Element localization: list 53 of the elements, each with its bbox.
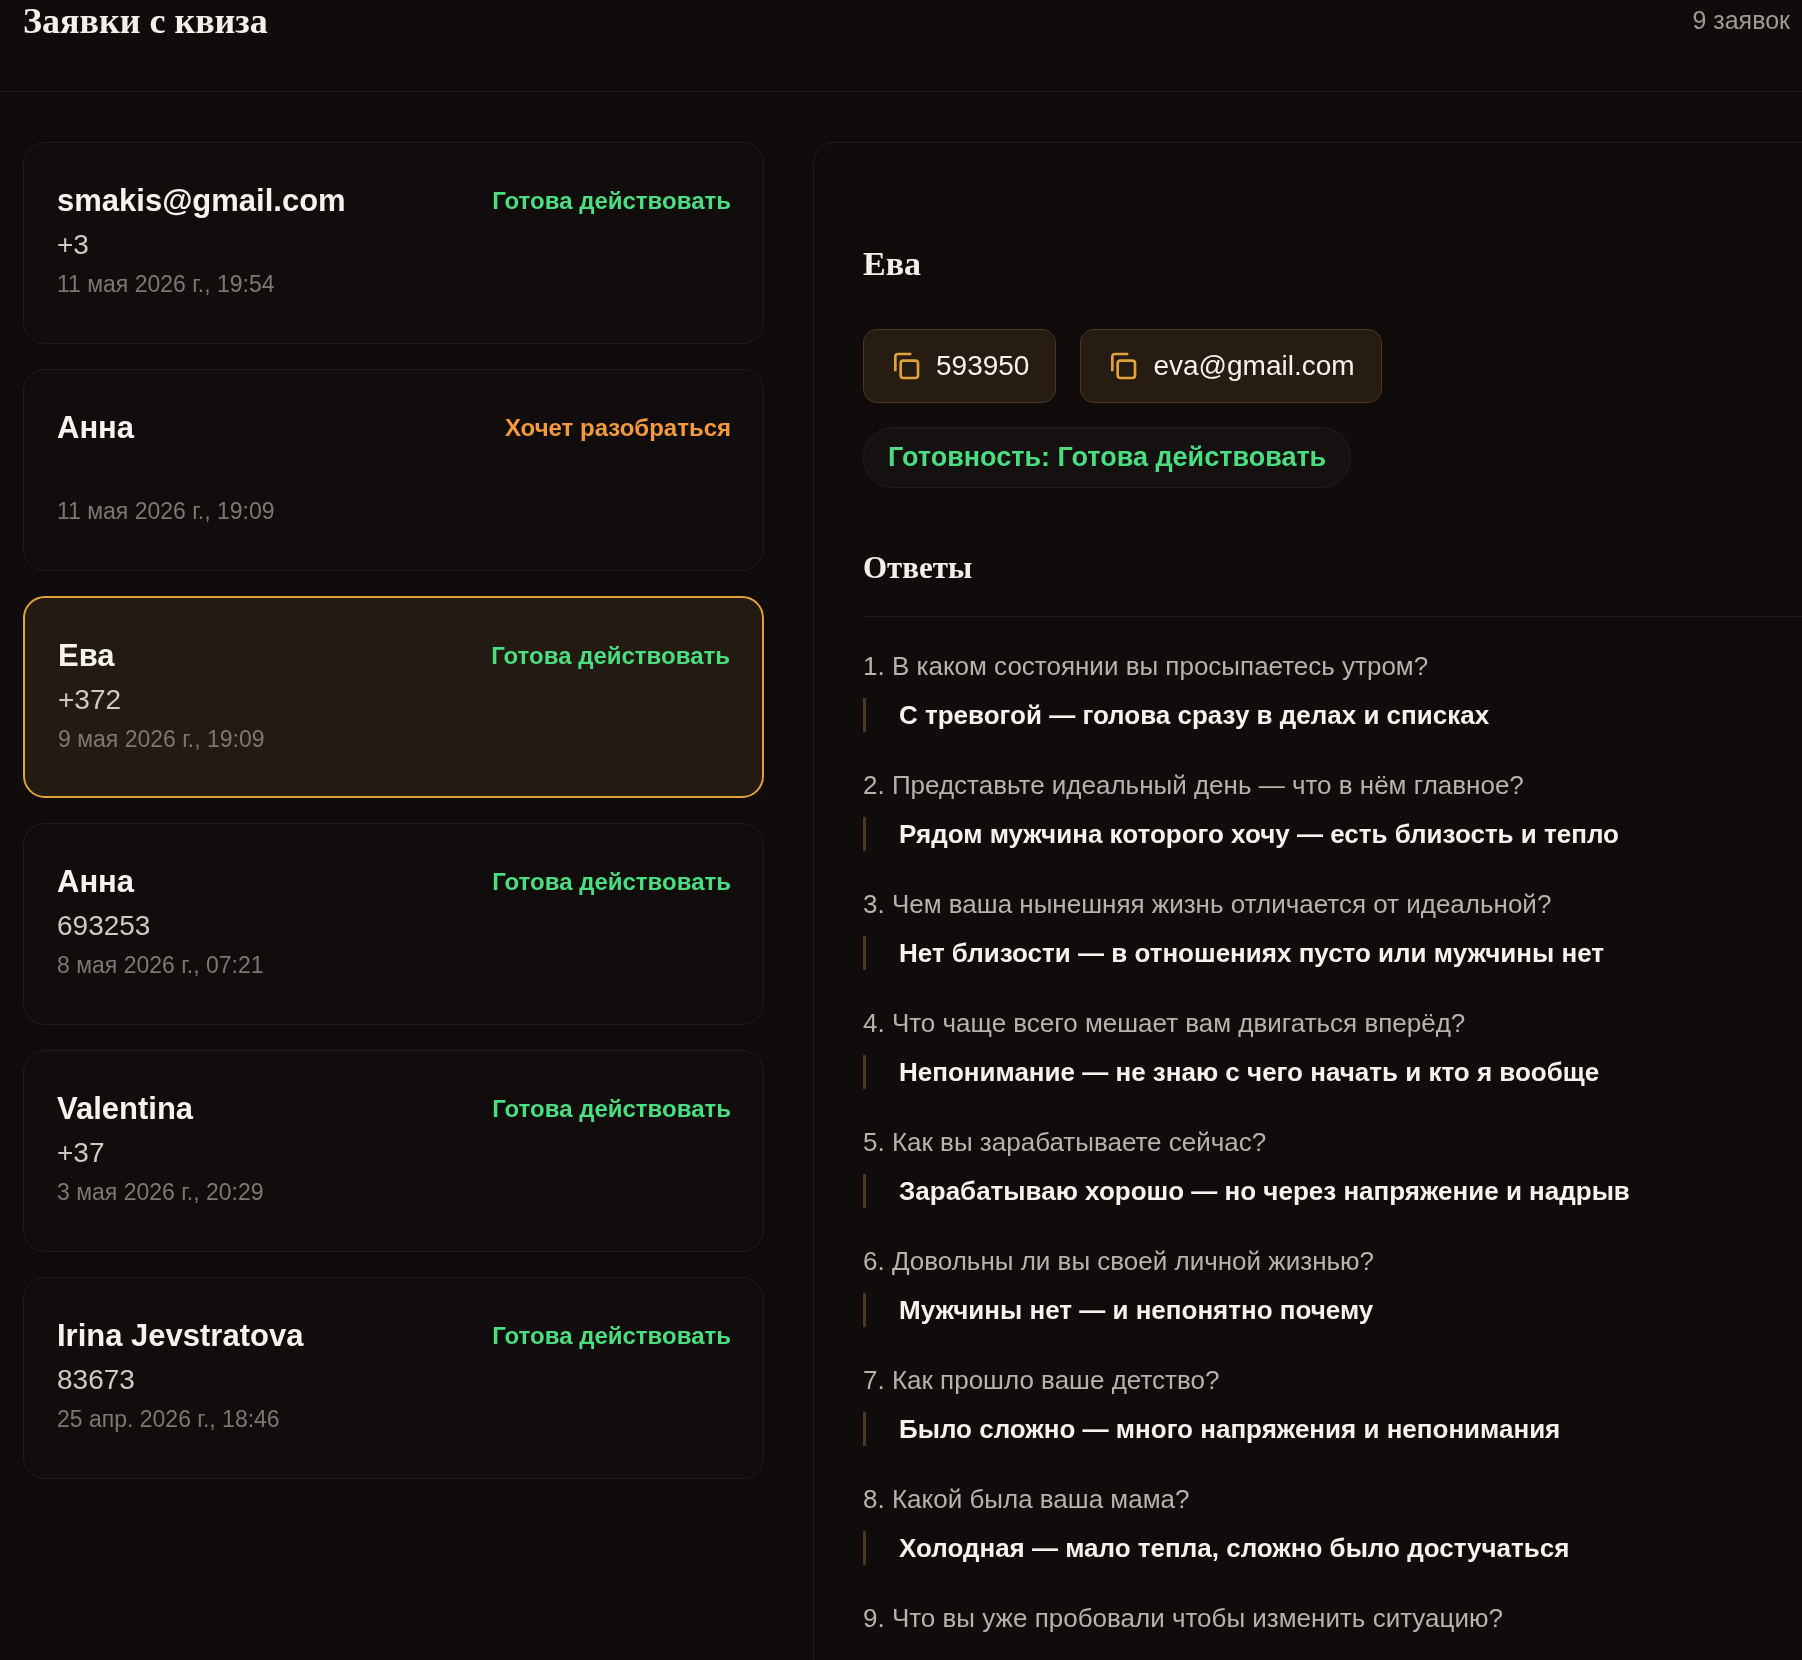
question-text: 2. Представьте идеальный день — что в нём главное? [863, 770, 1525, 801]
lead-card[interactable]: Ева Готова действовать +372 9 мая 2026 г., 19:09 [23, 596, 764, 798]
lead-name: Valentina [57, 1091, 194, 1127]
lead-card[interactable]: Анна Хочет разобраться 11 мая 2026 г., 19:09 [23, 369, 764, 571]
lead-name: smakis@gmail.com [57, 183, 346, 219]
status-label: Готова действовать [491, 642, 730, 670]
question-text: 3. Чем ваша нынешняя жизнь отличается от идеальной? [863, 889, 1553, 920]
lead-card[interactable]: Анна Готова действовать 693253 8 мая 2026 г., 07:21 [23, 823, 764, 1025]
lead-count: 9 заявок [1692, 5, 1790, 36]
page-title: Заявки с квиза [23, 1, 268, 41]
status-label: Готова действовать [492, 187, 731, 215]
answer-text: Рядом мужчина которого хочу — есть близость и тепло [863, 817, 1802, 851]
lead-name: Ева [863, 245, 923, 283]
lead-phone: +3 [57, 229, 89, 261]
lead-date: 11 мая 2026 г., 19:54 [57, 271, 276, 298]
lead-phone: +37 [57, 1137, 105, 1169]
lead-card[interactable]: Valentina Готова действовать +37 3 мая 2026 г., 20:29 [23, 1050, 764, 1252]
question-text: 4. Что чаще всего мешает вам двигаться вперёд? [863, 1008, 1467, 1039]
answer-text: Нет близости — в отношениях пусто или мужчины нет [863, 936, 1802, 970]
answer-text: С тревогой — голова сразу в делах и списках [863, 698, 1802, 732]
answer-text: Холодная — мало тепла, сложно было достучаться [863, 1531, 1802, 1565]
lead-date: 11 мая 2026 г., 19:09 [57, 498, 276, 525]
lead-date: 3 мая 2026 г., 20:29 [57, 1179, 265, 1206]
lead-date: 9 мая 2026 г., 19:09 [58, 726, 266, 753]
copy-button[interactable]: 593950 [863, 329, 1057, 403]
answers-heading: Ответы [863, 550, 1802, 617]
question-text: 1. В каком состоянии вы просыпаетесь утром? [863, 651, 1430, 682]
lead-name: Анна [57, 864, 135, 900]
lead-name: Irina Jevstratova [57, 1318, 304, 1354]
lead-phone: 693253 [57, 910, 151, 942]
answer-text: Непонимание — не знаю с чего начать и кто я вообще [863, 1055, 1802, 1089]
lead-date: 8 мая 2026 г., 07:21 [57, 952, 265, 979]
lead-name: Ева [58, 638, 115, 674]
question-text: 5. Как вы зарабатываете сейчас? [863, 1127, 1268, 1158]
answer-text: Было сложно — много напряжения и непонимания [863, 1412, 1802, 1446]
question-text: 8. Какой была ваша мама? [863, 1484, 1191, 1515]
status-label: Готова действовать [492, 1322, 731, 1350]
lead-phone: 83673 [57, 1364, 135, 1396]
lead-name: Анна [57, 410, 135, 446]
status-label: Готова действовать [492, 1095, 731, 1123]
lead-card[interactable]: Irina Jevstratova Готова действовать 83673 25 апр. 2026 г., 18:46 [23, 1277, 764, 1479]
question-text: 7. Как прошло ваше детство? [863, 1365, 1221, 1396]
copy-button[interactable]: eva@gmail.com [1080, 329, 1382, 403]
lead-date: 25 апр. 2026 г., 18:46 [57, 1406, 281, 1433]
answer-text: Зарабатываю хорошо — но через напряжение и надрыв [863, 1174, 1802, 1208]
lead-phone: +372 [58, 684, 122, 716]
question-text: 9. Что вы уже пробовали чтобы изменить ситуацию? [863, 1603, 1504, 1634]
answer-text: Мужчины нет — и непонятно почему [863, 1293, 1802, 1327]
status-label: Хочет разобраться [504, 414, 731, 442]
status-label: Готова действовать [492, 868, 731, 896]
readiness-badge: Готовность: Готова действовать [863, 427, 1352, 488]
lead-card[interactable]: smakis@gmail.com Готова действовать +3 11 мая 2026 г., 19:54 [23, 142, 764, 344]
question-text: 6. Довольны ли вы своей личной жизнью? [863, 1246, 1375, 1277]
